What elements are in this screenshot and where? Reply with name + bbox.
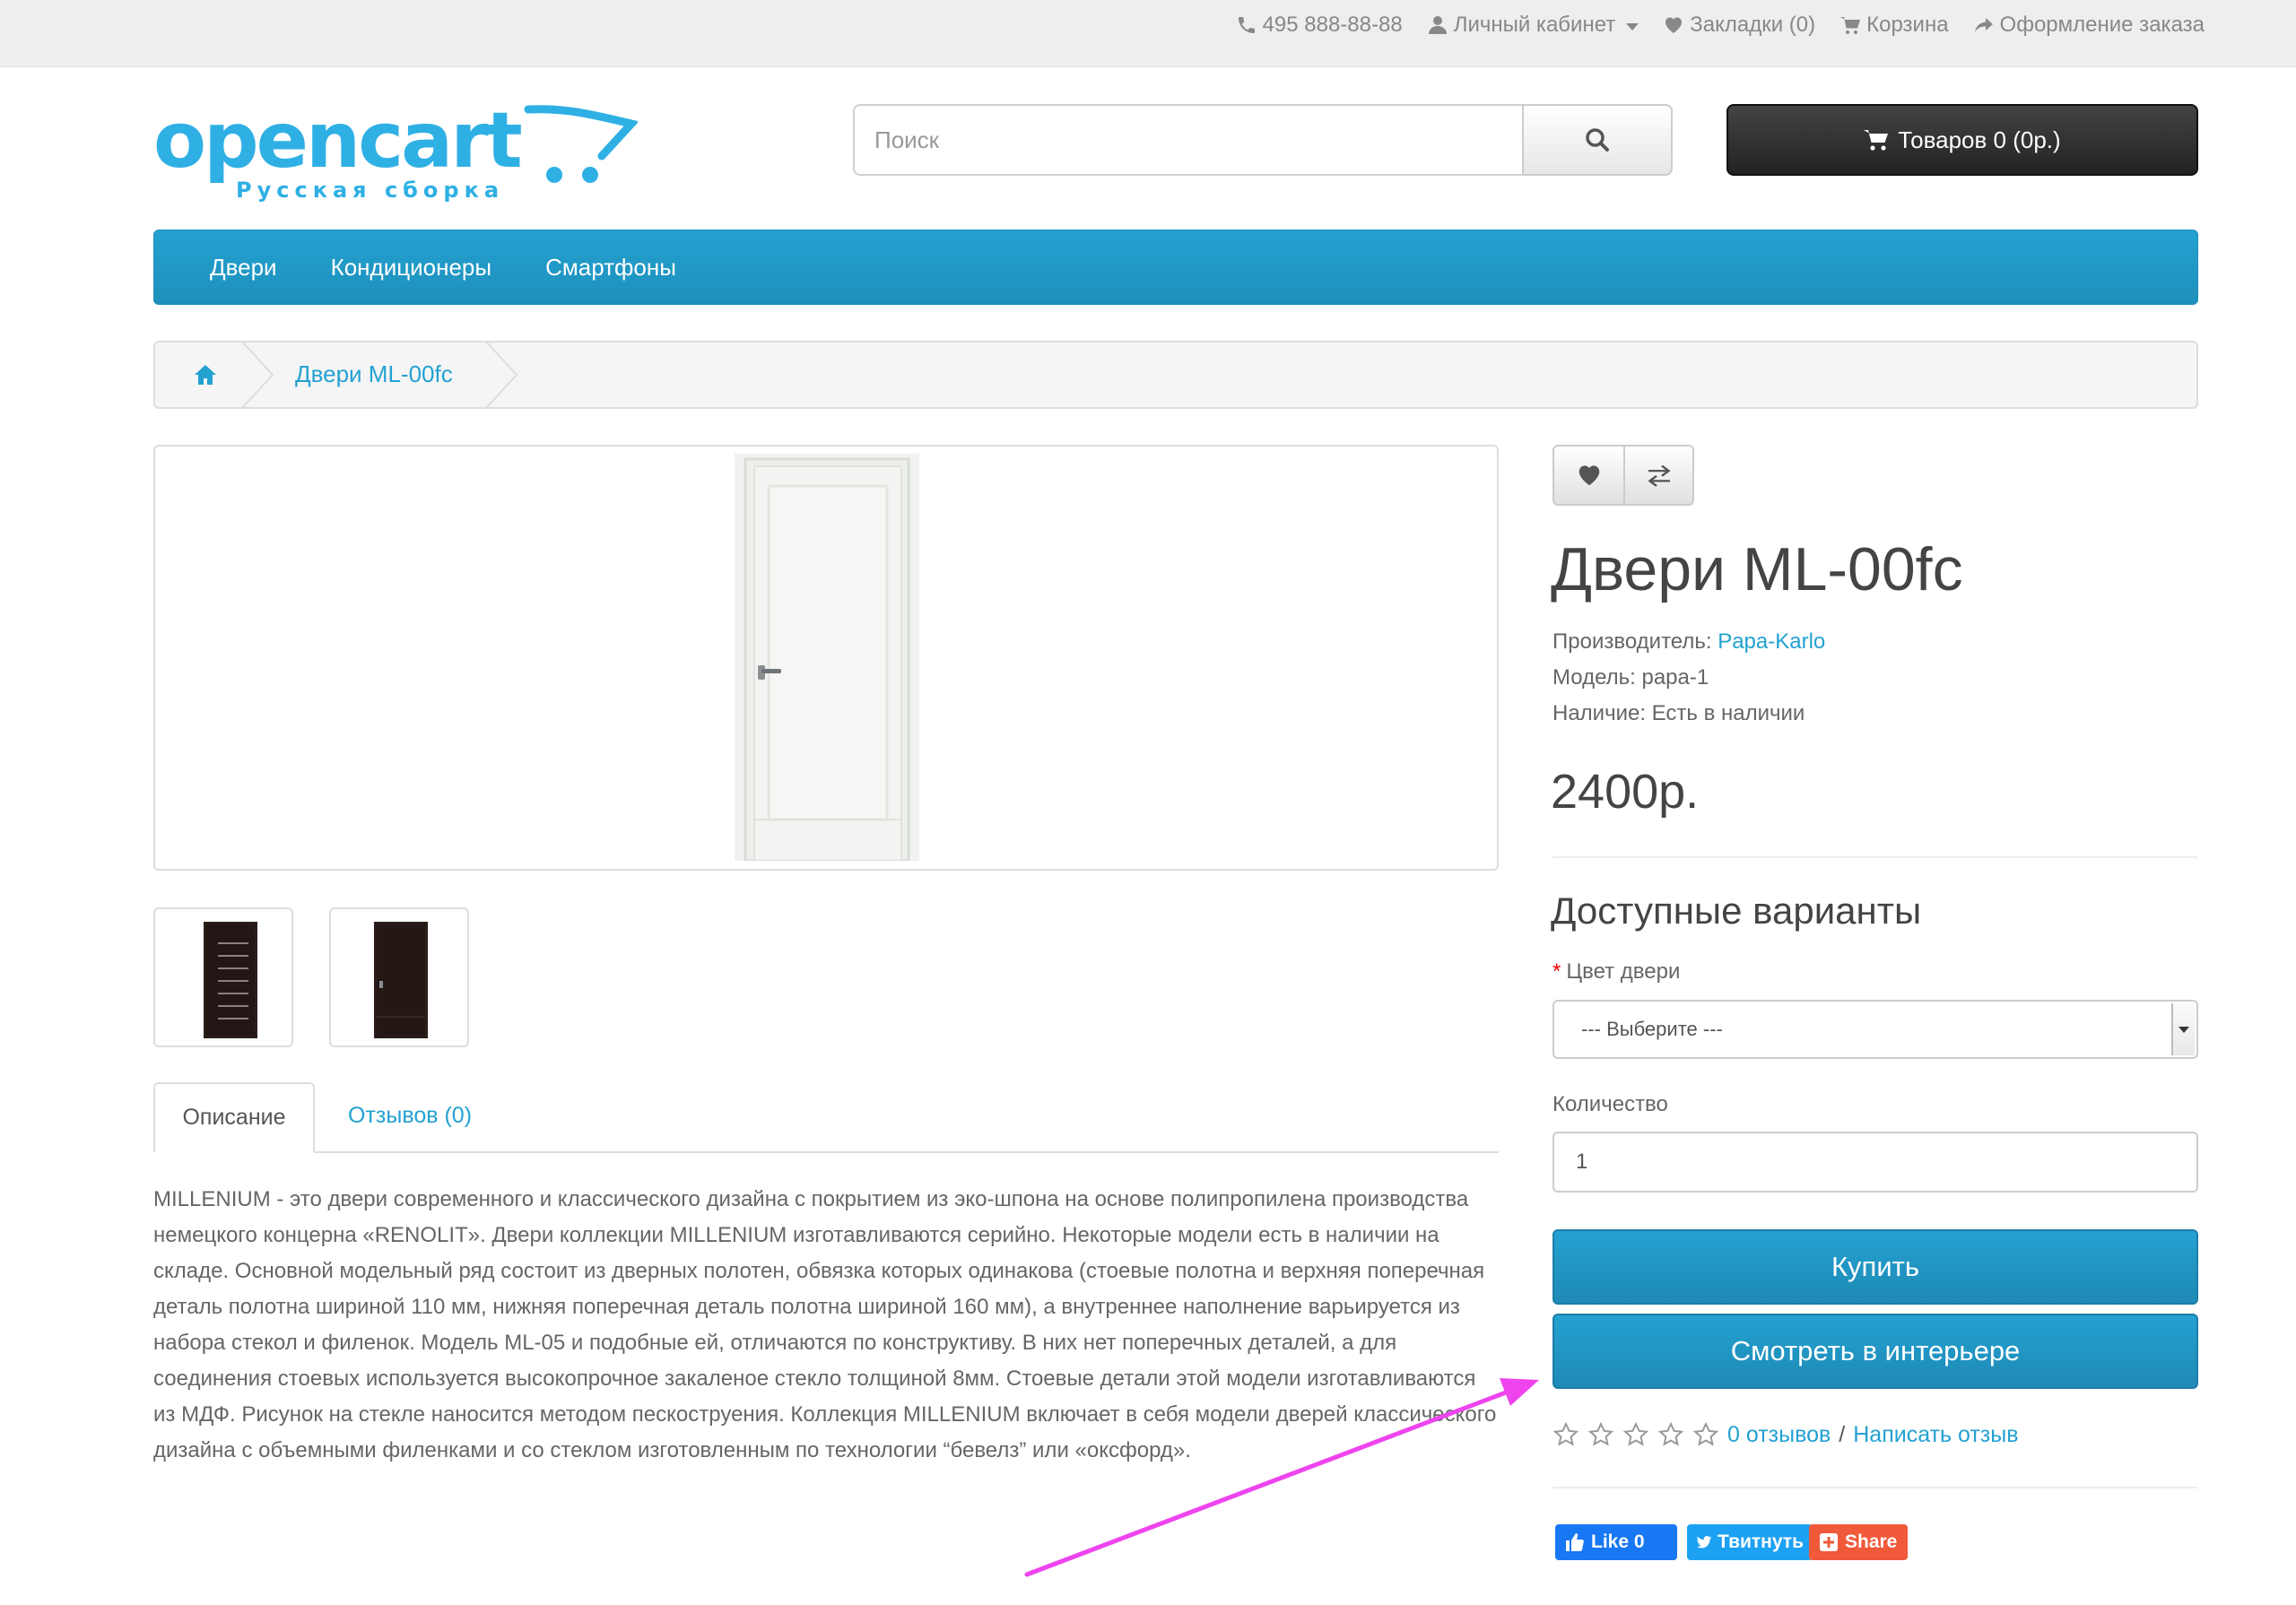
add-to-wishlist-button[interactable]	[1554, 447, 1623, 504]
thumbs-up-icon	[1566, 1533, 1584, 1551]
search-icon	[1586, 128, 1609, 152]
wishlist-text: Закладки (0)	[1690, 13, 1816, 37]
manufacturer-line: Производитель: Papa-Karlo	[1552, 629, 1825, 655]
tab-reviews[interactable]: Отзывов (0)	[348, 1103, 472, 1129]
phone-link[interactable]: 495 888-88-88	[1236, 13, 1403, 38]
menu-item-doors[interactable]: Двери	[210, 254, 277, 282]
model-line: Модель: papa-1	[1552, 665, 1709, 690]
product-description: MILLENIUM - это двери современного и кла…	[153, 1187, 1497, 1462]
breadcrumb-separator	[240, 341, 274, 409]
share-label: Share	[1845, 1531, 1898, 1552]
options-title: Доступные варианты	[1551, 889, 1922, 932]
heart-icon	[1578, 465, 1599, 486]
breadcrumb: Двери ML-00fc	[153, 341, 2198, 409]
search-button[interactable]	[1522, 104, 1673, 176]
dark-door-thumbnail	[374, 922, 428, 1038]
quantity-input[interactable]: 1	[1552, 1132, 2198, 1193]
write-review-link[interactable]: Написать отзыв	[1853, 1422, 2018, 1448]
cart-text: Корзина	[1866, 13, 1949, 37]
main-menu: Двери Кондиционеры Смартфоны	[153, 230, 2198, 305]
exchange-icon	[1648, 464, 1670, 487]
top-bar: 495 888-88-88 Личный кабинет Закладки (0…	[0, 0, 2296, 67]
white-door-image	[735, 454, 919, 861]
rating-separator: /	[1839, 1421, 1846, 1447]
compare-button[interactable]	[1623, 447, 1692, 504]
manufacturer-label: Производитель:	[1552, 629, 1712, 654]
reviews-link[interactable]: 0 отзывов	[1727, 1422, 1831, 1448]
rating-row: 0 отзывов / Написать отзыв	[1552, 1417, 2019, 1453]
search-input[interactable]	[855, 106, 1523, 174]
facebook-like-label: Like 0	[1591, 1531, 1645, 1552]
shopping-cart-icon	[1864, 130, 1889, 151]
plus-icon	[1820, 1533, 1838, 1551]
tweet-button[interactable]: Твитнуть	[1687, 1524, 1813, 1560]
manufacturer-link[interactable]: Papa-Karlo	[1718, 629, 1825, 654]
tweet-label: Твитнуть	[1718, 1531, 1804, 1552]
door-color-select[interactable]: --- Выберите ---	[1552, 1000, 2198, 1059]
star-empty-icon	[1587, 1421, 1614, 1446]
account-dropdown[interactable]: Личный кабинет	[1427, 13, 1639, 38]
menu-item-smartphones[interactable]: Смартфоны	[545, 254, 676, 282]
tab-description[interactable]: Описание	[153, 1082, 315, 1153]
cart-wheel-icon	[582, 167, 598, 183]
product-action-buttons	[1552, 445, 1694, 506]
cart-button[interactable]: Товаров 0 (0р.)	[1726, 104, 2198, 176]
menu-item-air-conditioners[interactable]: Кондиционеры	[331, 254, 492, 282]
breadcrumb-separator	[484, 341, 518, 409]
logo-tagline: Русская сборка	[236, 178, 504, 203]
dark-door-thumbnail	[204, 922, 257, 1038]
caret-down-icon	[1626, 22, 1639, 30]
availability-line: Наличие: Есть в наличии	[1552, 701, 1805, 725]
phone-icon	[1238, 17, 1255, 33]
product-title: Двери ML-00fc	[1551, 535, 1963, 603]
view-in-interior-button[interactable]: Смотреть в интерьере	[1552, 1314, 2198, 1389]
color-label-text: Цвет двери	[1566, 959, 1681, 984]
account-text: Личный кабинет	[1453, 13, 1616, 37]
divider	[1552, 856, 2198, 858]
facebook-like-button[interactable]: Like 0	[1555, 1524, 1677, 1560]
main-product-image[interactable]	[153, 445, 1499, 871]
cart-link[interactable]: Корзина	[1839, 13, 1949, 38]
checkout-link[interactable]: Оформление заказа	[1973, 13, 2205, 38]
required-mark: *	[1552, 959, 1561, 984]
door-color-selected: --- Выберите ---	[1581, 1018, 1723, 1040]
tabs-divider	[153, 1151, 1499, 1153]
divider	[1552, 1487, 2198, 1488]
checkout-text: Оформление заказа	[1999, 13, 2205, 37]
star-empty-icon	[1552, 1421, 1579, 1446]
star-empty-icon	[1657, 1421, 1684, 1446]
shopping-cart-icon	[1840, 17, 1861, 34]
select-arrow-icon	[2171, 1003, 2195, 1055]
cart-handle-icon	[524, 105, 638, 160]
color-label: * Цвет двери	[1552, 959, 1680, 985]
addthis-share-button[interactable]: Share	[1809, 1524, 1908, 1560]
user-icon	[1428, 16, 1447, 34]
logo-wordmark: opencart	[153, 102, 522, 186]
share-arrow-icon	[1974, 18, 1993, 32]
buy-button[interactable]: Купить	[1552, 1229, 2198, 1305]
thumbnail-2[interactable]	[329, 907, 469, 1047]
cart-wheel-icon	[546, 167, 562, 183]
quantity-label: Количество	[1552, 1092, 1668, 1116]
thumbnail-1[interactable]	[153, 907, 293, 1047]
star-empty-icon	[1622, 1421, 1649, 1446]
product-price: 2400р.	[1551, 765, 1700, 819]
wishlist-link[interactable]: Закладки (0)	[1663, 13, 1815, 38]
search-box	[853, 104, 1523, 176]
phone-text: 495 888-88-88	[1262, 13, 1403, 37]
star-empty-icon	[1692, 1421, 1719, 1446]
top-links: 495 888-88-88 Личный кабинет Закладки (0…	[1236, 9, 2205, 41]
home-icon[interactable]	[193, 362, 218, 387]
breadcrumb-current-link[interactable]: Двери ML-00fc	[295, 360, 453, 388]
heart-icon	[1665, 17, 1683, 33]
cart-button-label: Товаров 0 (0р.)	[1898, 126, 2061, 153]
opencart-logo[interactable]: opencart Русская сборка	[153, 102, 638, 205]
twitter-bird-icon	[1696, 1536, 1712, 1549]
